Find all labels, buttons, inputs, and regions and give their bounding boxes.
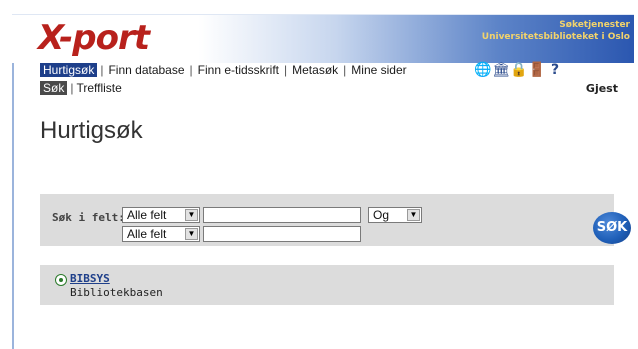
xport-logo[interactable]: X-port — [38, 21, 150, 55]
database-name-link[interactable]: BIBSYS — [70, 272, 110, 285]
sub-nav: Søk | Treffliste — [40, 81, 122, 96]
globe-icon[interactable]: 🌐 — [474, 62, 492, 78]
page-title: Hurtigsøk — [40, 117, 143, 144]
user-status: Gjest — [585, 82, 618, 95]
page: X-port Søketjenester Universitetsbibliot… — [0, 0, 638, 349]
help-icon[interactable]: ? — [546, 62, 564, 78]
org-line-1: Søketjenester — [559, 20, 630, 30]
nav-separator: | — [284, 63, 288, 77]
nav-separator: | — [189, 63, 193, 77]
search-button[interactable]: SØK — [593, 212, 631, 244]
database-radio[interactable] — [55, 274, 67, 286]
search-panel: Søk i felt: Alle felt ▼ Og ▼ Alle felt ▼ — [40, 194, 614, 246]
nav-item-hurtigsok[interactable]: Hurtigsøk — [40, 63, 98, 77]
subnav-item-sok[interactable]: Søk — [40, 81, 68, 95]
subnav-item-treffliste[interactable]: Treffliste — [76, 81, 121, 95]
chevron-down-icon[interactable]: ▼ — [185, 228, 198, 240]
field-select-value: Alle felt — [127, 208, 167, 222]
library-icon[interactable]: 🏛 — [492, 62, 510, 78]
search-input-1[interactable] — [203, 207, 361, 223]
radio-selected-dot — [59, 278, 63, 282]
field-select-1[interactable]: Alle felt ▼ — [122, 207, 200, 223]
operator-select[interactable]: Og ▼ — [368, 207, 422, 223]
nav-item-finn-etidsskrift[interactable]: Finn e-tidsskrift — [196, 63, 281, 77]
nav-separator: | — [343, 63, 347, 77]
main-nav: Hurtigsøk | Finn database | Finn e-tidsskrif… — [40, 63, 409, 78]
nav-icon-bar: 🌐🏛🔒🚪? — [474, 62, 564, 80]
exit-door-icon[interactable]: 🚪 — [528, 62, 546, 78]
nav-item-metasok[interactable]: Metasøk — [290, 63, 340, 77]
field-select-2[interactable]: Alle felt ▼ — [122, 226, 200, 242]
lock-icon[interactable]: 🔒 — [510, 62, 528, 78]
operator-value: Og — [373, 208, 390, 222]
search-field-label: Søk i felt: — [52, 211, 125, 224]
left-border — [12, 62, 14, 349]
search-input-2[interactable] — [203, 226, 361, 242]
database-panel: BIBSYS Bibliotekbasen — [40, 265, 614, 305]
chevron-down-icon[interactable]: ▼ — [407, 209, 420, 221]
field-select-value: Alle felt — [127, 227, 167, 241]
chevron-down-icon[interactable]: ▼ — [185, 209, 198, 221]
header-banner: X-port Søketjenester Universitetsbibliot… — [12, 14, 634, 63]
organization-label: Søketjenester Universitetsbiblioteket i … — [482, 19, 630, 43]
org-line-2: Universitetsbiblioteket i Oslo — [481, 32, 630, 42]
nav-item-finn-database[interactable]: Finn database — [106, 63, 186, 77]
nav-item-mine-sider[interactable]: Mine sider — [349, 63, 408, 77]
database-description: Bibliotekbasen — [70, 286, 163, 299]
